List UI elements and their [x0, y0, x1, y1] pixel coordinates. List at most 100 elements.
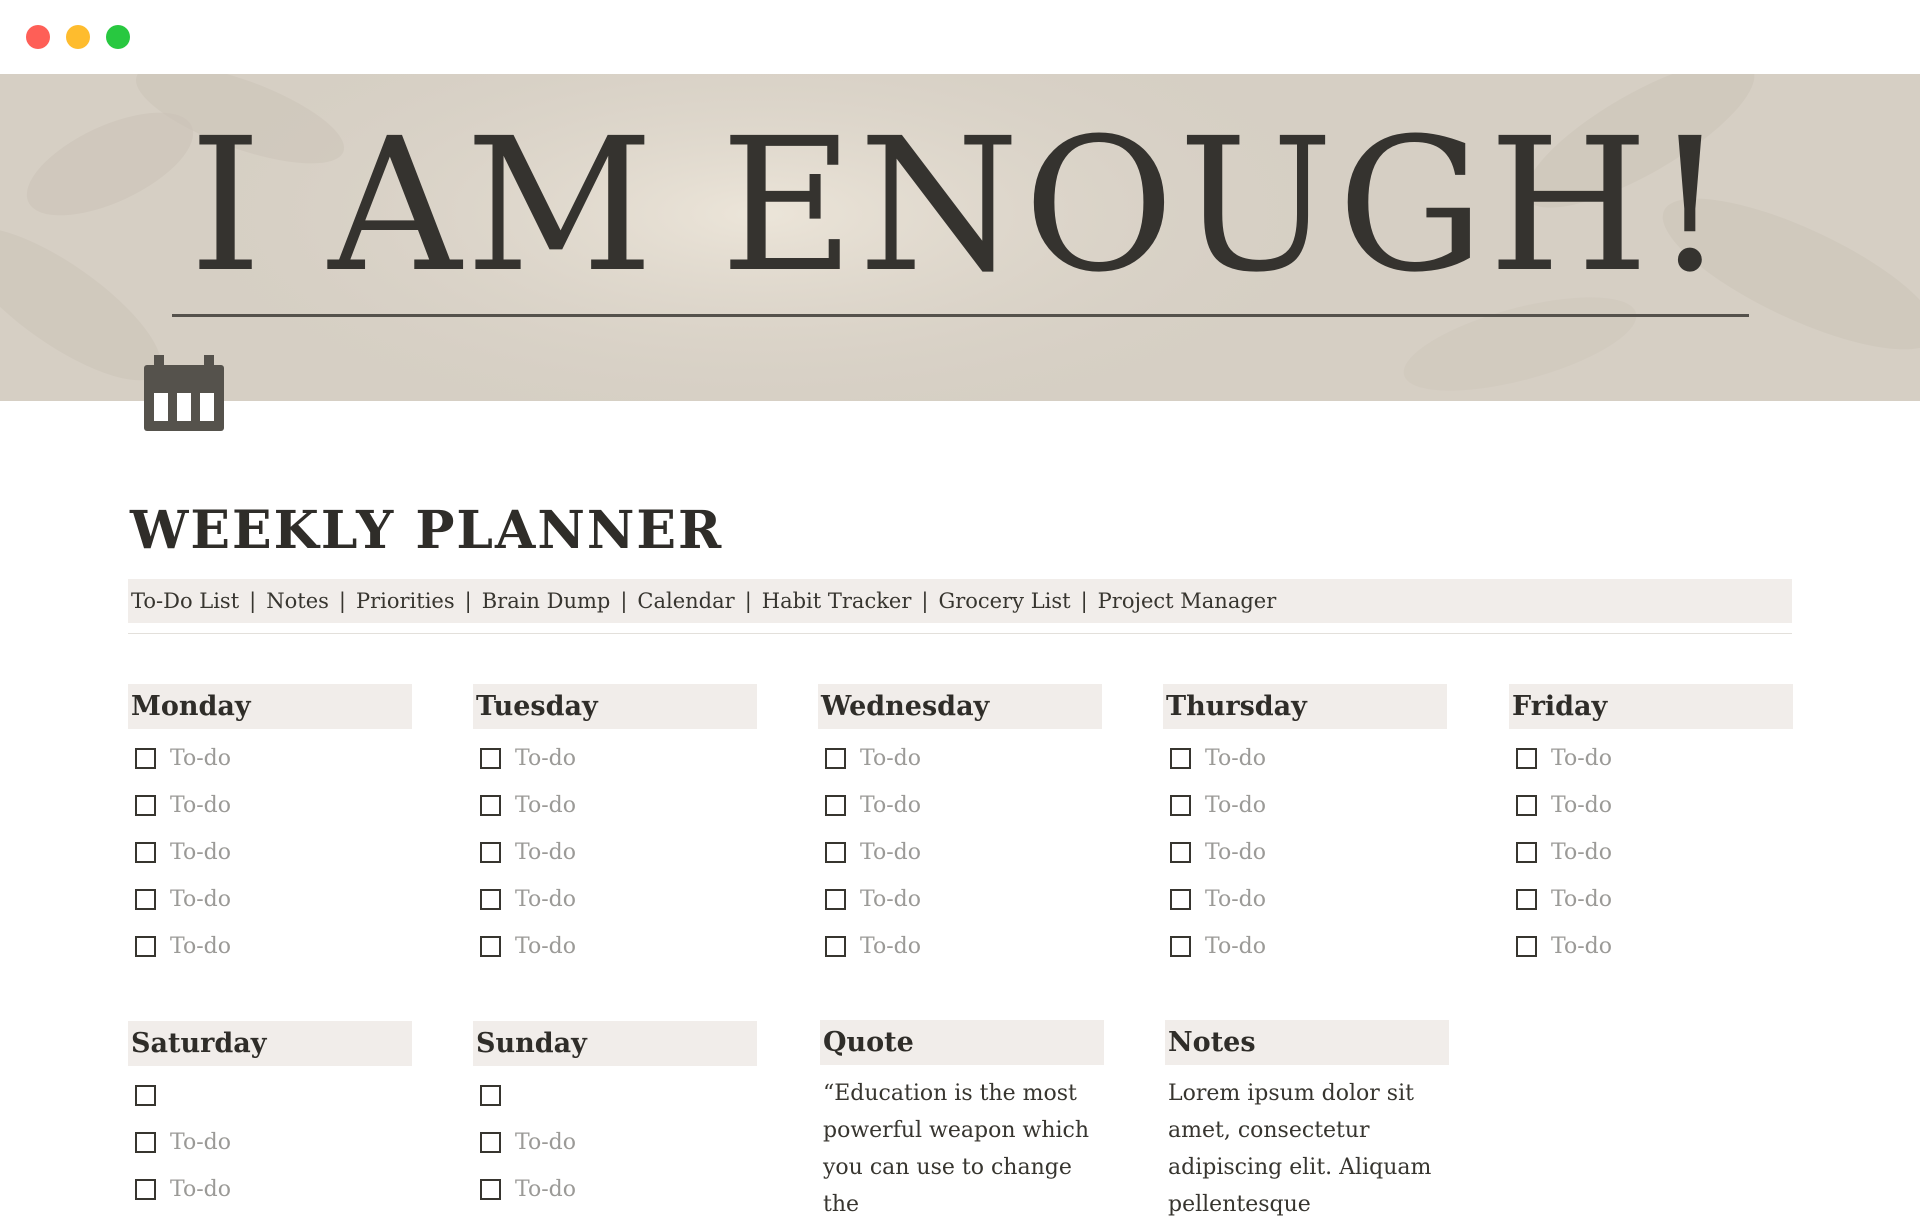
todo-checkbox[interactable]: [135, 1085, 156, 1106]
todo-text[interactable]: To-do: [515, 1130, 576, 1155]
todo-item: To-do: [818, 782, 1102, 829]
day-column-monday: Monday To-do To-do To-do To-do To-do: [128, 684, 412, 970]
notes-block: Notes Lorem ipsum dolor sit amet, consec…: [1165, 1020, 1449, 1223]
todo-checkbox[interactable]: [1516, 795, 1537, 816]
nav-link-to-do-list[interactable]: To-Do List: [131, 589, 239, 613]
todo-checkbox[interactable]: [1170, 748, 1191, 769]
todo-checkbox[interactable]: [1516, 889, 1537, 910]
cover-image: I AM ENOUGH!: [0, 74, 1920, 401]
todo-list: To-do To-do To-do To-do To-do: [1163, 729, 1447, 970]
window-titlebar: [0, 0, 1920, 74]
todo-checkbox[interactable]: [825, 936, 846, 957]
todo-item: [128, 1072, 412, 1119]
nav-link-brain-dump[interactable]: Brain Dump: [482, 589, 611, 613]
todo-checkbox[interactable]: [480, 795, 501, 816]
todo-text[interactable]: To-do: [860, 840, 921, 865]
todo-text[interactable]: To-do: [1551, 887, 1612, 912]
todo-checkbox[interactable]: [135, 1179, 156, 1200]
todo-checkbox[interactable]: [480, 842, 501, 863]
todo-text[interactable]: To-do: [170, 934, 231, 959]
notes-text[interactable]: Lorem ipsum dolor sit amet, consectetur …: [1165, 1065, 1449, 1223]
todo-text[interactable]: To-do: [1205, 934, 1266, 959]
nav-link-project-manager[interactable]: Project Manager: [1098, 589, 1277, 613]
todo-list: To-do To-do: [473, 1066, 757, 1213]
todo-checkbox[interactable]: [825, 748, 846, 769]
todo-checkbox[interactable]: [825, 889, 846, 910]
todo-text[interactable]: To-do: [1205, 887, 1266, 912]
todo-text[interactable]: To-do: [1551, 793, 1612, 818]
day-heading: Wednesday: [818, 684, 1102, 729]
todo-item: To-do: [1163, 782, 1447, 829]
todo-text[interactable]: To-do: [170, 887, 231, 912]
nav-separator: |: [338, 589, 346, 613]
nav-link-habit-tracker[interactable]: Habit Tracker: [762, 589, 912, 613]
todo-checkbox[interactable]: [135, 842, 156, 863]
todo-text[interactable]: To-do: [1551, 840, 1612, 865]
todo-checkbox[interactable]: [480, 1085, 501, 1106]
todo-checkbox[interactable]: [480, 936, 501, 957]
todo-checkbox[interactable]: [135, 748, 156, 769]
todo-text[interactable]: To-do: [1551, 934, 1612, 959]
nav-link-calendar[interactable]: Calendar: [637, 589, 734, 613]
todo-text[interactable]: To-do: [170, 793, 231, 818]
todo-text[interactable]: To-do: [1205, 840, 1266, 865]
todo-text[interactable]: To-do: [515, 793, 576, 818]
todo-checkbox[interactable]: [1516, 842, 1537, 863]
todo-text[interactable]: To-do: [860, 887, 921, 912]
todo-text[interactable]: To-do: [1205, 746, 1266, 771]
zoom-window-button[interactable]: [106, 25, 130, 49]
todo-checkbox[interactable]: [825, 842, 846, 863]
todo-checkbox[interactable]: [135, 889, 156, 910]
todo-text[interactable]: To-do: [170, 840, 231, 865]
todo-text[interactable]: To-do: [515, 840, 576, 865]
todo-item: To-do: [128, 923, 412, 970]
todo-text[interactable]: To-do: [1551, 746, 1612, 771]
todo-checkbox[interactable]: [825, 795, 846, 816]
quote-block: Quote “Education is the most powerful we…: [820, 1020, 1104, 1223]
todo-checkbox[interactable]: [1170, 936, 1191, 957]
day-heading: Saturday: [128, 1021, 412, 1066]
todo-checkbox[interactable]: [135, 1132, 156, 1153]
todo-checkbox[interactable]: [480, 748, 501, 769]
todo-item: To-do: [473, 829, 757, 876]
todo-item: To-do: [1163, 829, 1447, 876]
todo-checkbox[interactable]: [480, 889, 501, 910]
todo-text[interactable]: To-do: [515, 746, 576, 771]
todo-checkbox[interactable]: [135, 936, 156, 957]
quote-text[interactable]: “Education is the most powerful weapon w…: [820, 1065, 1104, 1223]
cover-divider: [172, 314, 1749, 317]
todo-item: To-do: [1509, 829, 1793, 876]
todo-checkbox[interactable]: [480, 1132, 501, 1153]
todo-checkbox[interactable]: [1170, 795, 1191, 816]
todo-text[interactable]: To-do: [860, 793, 921, 818]
todo-text[interactable]: To-do: [170, 1130, 231, 1155]
notes-heading: Notes: [1165, 1020, 1449, 1065]
todo-list: To-do To-do To-do To-do To-do: [128, 729, 412, 970]
todo-item: To-do: [473, 876, 757, 923]
minimize-window-button[interactable]: [66, 25, 90, 49]
todo-checkbox[interactable]: [480, 1179, 501, 1200]
todo-checkbox[interactable]: [135, 795, 156, 816]
nav-link-priorities[interactable]: Priorities: [356, 589, 455, 613]
todo-text[interactable]: To-do: [515, 887, 576, 912]
todo-item: To-do: [128, 735, 412, 782]
day-heading: Tuesday: [473, 684, 757, 729]
todo-checkbox[interactable]: [1516, 748, 1537, 769]
todo-text[interactable]: To-do: [170, 746, 231, 771]
todo-checkbox[interactable]: [1516, 936, 1537, 957]
nav-link-notes[interactable]: Notes: [266, 589, 329, 613]
todo-text[interactable]: To-do: [170, 1177, 231, 1202]
todo-text[interactable]: To-do: [860, 934, 921, 959]
close-window-button[interactable]: [26, 25, 50, 49]
todo-checkbox[interactable]: [1170, 842, 1191, 863]
todo-text[interactable]: To-do: [515, 934, 576, 959]
todo-text[interactable]: To-do: [860, 746, 921, 771]
nav-link-grocery-list[interactable]: Grocery List: [938, 589, 1070, 613]
todo-text[interactable]: To-do: [1205, 793, 1266, 818]
calendar-icon[interactable]: [144, 355, 224, 431]
nav-separator: |: [921, 589, 929, 613]
todo-checkbox[interactable]: [1170, 889, 1191, 910]
todo-item: To-do: [1163, 923, 1447, 970]
day-column-sunday: Sunday To-do To-do: [473, 1021, 757, 1213]
todo-text[interactable]: To-do: [515, 1177, 576, 1202]
